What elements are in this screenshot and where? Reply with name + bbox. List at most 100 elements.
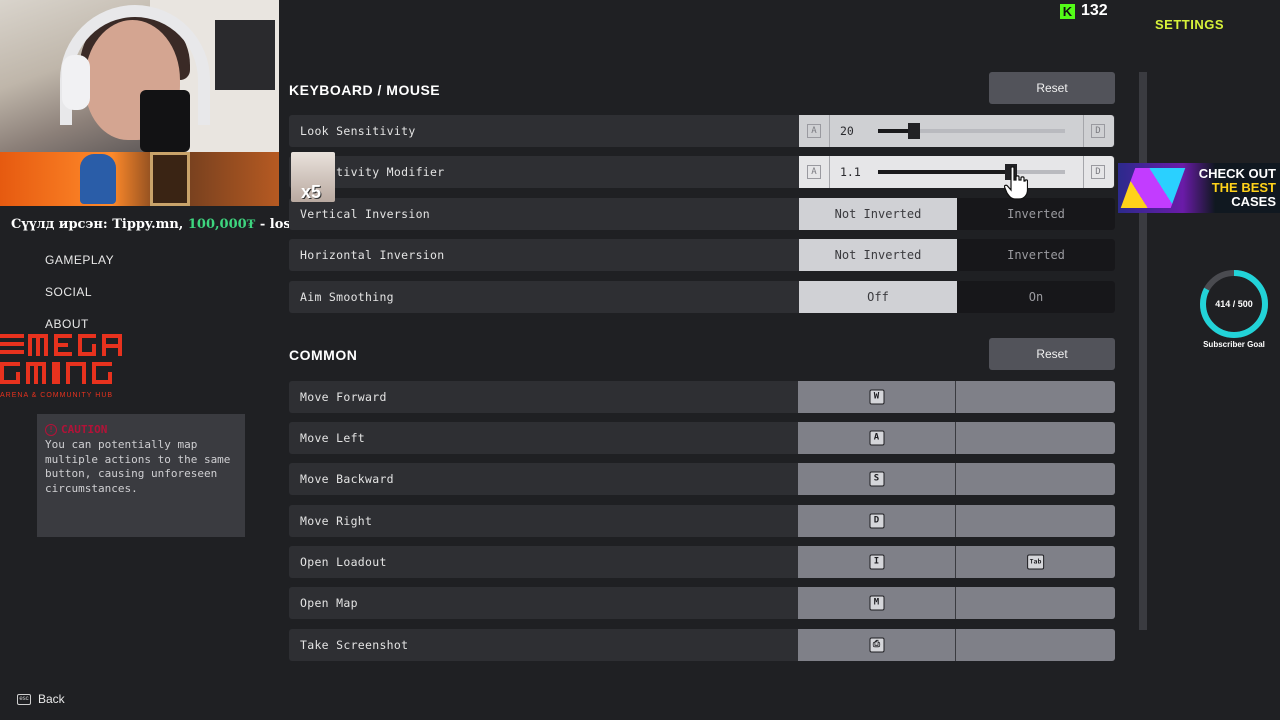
increase-key-icon[interactable]: D [1091, 165, 1105, 179]
keybind-label: Open Map [300, 596, 358, 610]
option-inverted[interactable]: Inverted [957, 198, 1115, 230]
sidebar-item-gameplay[interactable]: GAMEPLAY [45, 253, 114, 267]
secondary-key-slot[interactable] [956, 463, 1115, 495]
sidebar-item-label: ABOUT [45, 317, 89, 331]
vertical-inversion-toggle: Not Inverted Inverted [799, 198, 1115, 230]
decrease-key-icon[interactable]: A [807, 124, 821, 138]
setting-row-look-sensitivity: Look Sensitivity A 20 D [289, 115, 1115, 147]
settings-scrollbar[interactable] [1139, 72, 1147, 630]
aim-smoothing-toggle: Off On [799, 281, 1115, 313]
sidebar-item-social[interactable]: SOCIAL [45, 285, 92, 299]
subscriber-goal-label: Subscriber Goal [1203, 340, 1265, 349]
scrollbar-thumb[interactable] [1139, 72, 1147, 630]
secondary-key-slot[interactable] [956, 587, 1115, 619]
warning-icon: ! [45, 423, 57, 436]
back-label: Back [38, 692, 65, 706]
key-cap: M [869, 595, 884, 611]
promo-line-2: THE BEST [1211, 180, 1276, 195]
multiplier-text: x5 [301, 182, 322, 202]
key-cap: D [869, 513, 884, 529]
sensitivity-modifier-slider[interactable]: A 1.1 D [799, 156, 1114, 188]
decrease-key-icon[interactable]: A [807, 165, 821, 179]
caution-body: You can potentially map multiple actions… [45, 438, 231, 495]
setting-label: Aim Smoothing [300, 290, 394, 304]
hand-cursor-icon [1003, 166, 1029, 200]
setting-row-sensitivity-modifier: Sensitivity Modifier A 1.1 D [289, 156, 1115, 188]
mega-logo-subtitle: ARENA & COMMUNITY HUB [0, 392, 114, 399]
setting-label: Horizontal Inversion [300, 248, 445, 262]
key-cap: I [869, 554, 884, 570]
setting-label: Look Sensitivity [300, 124, 416, 138]
primary-key-slot[interactable]: A [798, 422, 956, 454]
multiplier-badge: x5 [291, 152, 335, 202]
stream-banner-image [0, 152, 279, 206]
section-title-common: COMMON [289, 347, 358, 363]
keybind-label: Take Screenshot [300, 638, 409, 652]
subscriber-goal-ring: 414 / 500 [1198, 268, 1270, 340]
increase-key-icon[interactable]: D [1091, 124, 1105, 138]
knife-graphic [1120, 168, 1186, 208]
slider-thumb[interactable] [907, 123, 920, 139]
slider-track[interactable] [878, 164, 1065, 180]
promo-line-1: CHECK OUT [1198, 166, 1276, 181]
key-cap: W [869, 389, 884, 405]
subscriber-goal-text: 414 / 500 [1215, 299, 1253, 309]
promo-banner: CHECK OUT THE BEST CASES [1118, 163, 1280, 213]
print-screen-key-icon: ⎙ [869, 637, 884, 653]
primary-key-slot[interactable]: ⎙ [798, 629, 956, 661]
keybind-row: Move Right D [289, 505, 1115, 537]
keybind-label: Open Loadout [300, 555, 387, 569]
horizontal-inversion-toggle: Not Inverted Inverted [799, 239, 1115, 271]
donation-alert-amount: 100,000₮ [187, 217, 256, 232]
slider-value: 20 [840, 124, 854, 138]
mega-logo-graphic [0, 334, 122, 384]
keyboard-key-icon: esc [17, 693, 31, 705]
option-not-inverted[interactable]: Not Inverted [799, 198, 957, 230]
option-on[interactable]: On [957, 281, 1115, 313]
setting-row-aim-smoothing: Aim Smoothing Off On [289, 281, 1115, 313]
donation-alert: Сүүлд ирсэн: Tippy.mn, 100,000₮ - losol [11, 216, 304, 232]
setting-row-horizontal-inversion: Horizontal Inversion Not Inverted Invert… [289, 239, 1115, 271]
back-button[interactable]: esc Back [17, 692, 65, 706]
option-inverted[interactable]: Inverted [957, 239, 1115, 271]
secondary-key-slot[interactable] [956, 381, 1115, 413]
primary-key-slot[interactable]: D [798, 505, 956, 537]
promo-line-3: CASES [1231, 194, 1276, 209]
sidebar-item-about[interactable]: ABOUT [45, 317, 89, 331]
keybind-row: Move Forward W [289, 381, 1115, 413]
key-cap: S [869, 471, 884, 487]
keyboard-mouse-reset-button[interactable]: Reset [989, 72, 1115, 104]
secondary-key-slot[interactable] [956, 629, 1115, 661]
mega-gaming-logo: ARENA & COMMUNITY HUB [0, 332, 124, 402]
keybind-row: Open Loadout I Tab [289, 546, 1115, 578]
secondary-key-slot[interactable] [956, 422, 1115, 454]
keybind-label: Move Forward [300, 390, 387, 404]
keybind-row: Move Backward S [289, 463, 1115, 495]
primary-key-slot[interactable]: W [798, 381, 956, 413]
webcam-overlay [0, 0, 279, 152]
secondary-key-slot[interactable]: Tab [956, 546, 1115, 578]
keybind-row: Move Left A [289, 422, 1115, 454]
secondary-key-slot[interactable] [956, 505, 1115, 537]
primary-key-slot[interactable]: S [798, 463, 956, 495]
slider-track[interactable] [878, 123, 1065, 139]
primary-key-slot[interactable]: I [798, 546, 956, 578]
common-reset-button[interactable]: Reset [989, 338, 1115, 370]
keybind-label: Move Backward [300, 472, 394, 486]
slider-value: 1.1 [840, 165, 861, 179]
caution-title: CAUTION [61, 423, 108, 436]
sidebar-item-label: SOCIAL [45, 285, 93, 299]
keybind-label: Move Right [300, 514, 373, 528]
key-cap: Tab [1026, 554, 1045, 570]
key-cap: A [869, 430, 884, 446]
keybind-row: Take Screenshot ⎙ [289, 629, 1115, 661]
option-not-inverted[interactable]: Not Inverted [799, 239, 957, 271]
keybind-row: Open Map M [289, 587, 1115, 619]
caution-panel: ! CAUTION You can potentially map multipl… [37, 414, 245, 537]
look-sensitivity-slider[interactable]: A 20 D [799, 115, 1114, 147]
primary-key-slot[interactable]: M [798, 587, 956, 619]
section-title-keyboard-mouse: KEYBOARD / MOUSE [289, 82, 441, 98]
kick-logo-icon: K [1060, 3, 1075, 19]
setting-row-vertical-inversion: Vertical Inversion Not Inverted Inverted [289, 198, 1115, 230]
option-off[interactable]: Off [799, 281, 957, 313]
